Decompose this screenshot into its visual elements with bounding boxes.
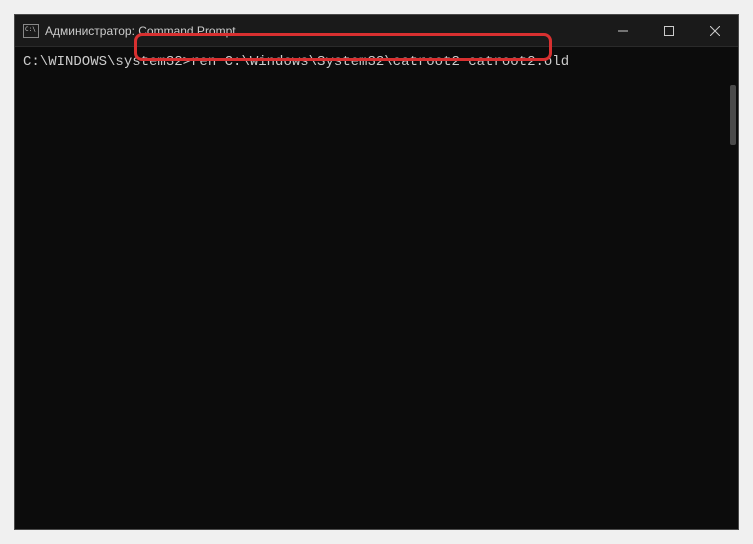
command-prompt-window: Администратор: Command Prompt C:	[14, 14, 739, 530]
minimize-icon	[618, 26, 628, 36]
window-title: Администратор: Command Prompt	[45, 24, 236, 38]
close-icon	[710, 26, 720, 36]
scrollbar[interactable]	[730, 85, 736, 145]
titlebar[interactable]: Администратор: Command Prompt	[15, 15, 738, 47]
prompt-path: C:\WINDOWS\system32>	[23, 54, 191, 70]
cmd-icon	[23, 24, 39, 38]
titlebar-left: Администратор: Command Prompt	[15, 24, 236, 38]
close-button[interactable]	[692, 15, 738, 46]
command-text: ren C:\Windows\System32\catroot2 catroot…	[191, 54, 569, 70]
terminal-body[interactable]: C:\WINDOWS\system32>ren C:\Windows\Syste…	[15, 47, 738, 529]
terminal-line: C:\WINDOWS\system32>ren C:\Windows\Syste…	[23, 53, 730, 71]
maximize-button[interactable]	[646, 15, 692, 46]
titlebar-controls	[600, 15, 738, 46]
maximize-icon	[664, 26, 674, 36]
minimize-button[interactable]	[600, 15, 646, 46]
